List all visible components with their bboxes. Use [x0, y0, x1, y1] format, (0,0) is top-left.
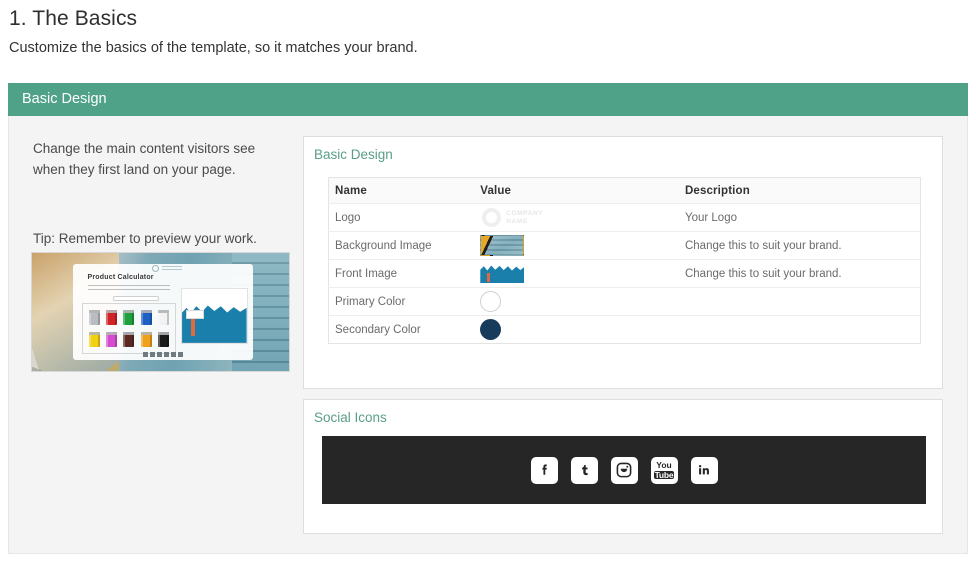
- youtube-glyph: You Tube: [653, 460, 675, 480]
- preview-input: [112, 295, 160, 302]
- row-value[interactable]: COMPANY NAME: [474, 203, 679, 232]
- row-value[interactable]: [474, 259, 679, 288]
- basic-design-panel-title: Basic Design: [314, 147, 393, 162]
- front-image-thumbnail[interactable]: [480, 265, 525, 283]
- logo-company-name: COMPANY NAME: [506, 209, 544, 225]
- tumblr-icon[interactable]: [570, 456, 598, 484]
- help-description: Change the main content visitors see whe…: [33, 141, 256, 177]
- table-row[interactable]: Logo COMPANY NAME Your Logo: [328, 203, 921, 232]
- column-header-value: Value: [474, 177, 679, 204]
- table-row[interactable]: Front Image Change this to suit your bra…: [328, 259, 921, 288]
- row-name: Logo: [328, 203, 475, 232]
- basic-design-table: Name Value Description Logo COMPANY NAME…: [328, 177, 921, 344]
- row-value[interactable]: [474, 287, 679, 316]
- row-description: Your Logo: [678, 203, 921, 232]
- page-root: 1. The Basics Customize the basics of th…: [0, 0, 976, 571]
- preview-social-row: [143, 352, 184, 358]
- secondary-color-swatch[interactable]: [480, 319, 502, 340]
- row-name: Background Image: [328, 231, 475, 260]
- section-header-bar: Basic Design: [8, 83, 968, 116]
- row-value[interactable]: [474, 231, 679, 260]
- preview-subtext: [87, 284, 171, 293]
- table-row[interactable]: Secondary Color: [329, 316, 921, 344]
- facebook-icon[interactable]: [530, 456, 558, 484]
- preview-product-grid: [82, 303, 176, 354]
- linkedin-icon[interactable]: [690, 456, 718, 484]
- page-subtitle: Customize the basics of the template, so…: [9, 40, 418, 56]
- instagram-icon[interactable]: [610, 456, 638, 484]
- basic-design-panel: Basic Design Name Value Description Logo…: [303, 136, 943, 389]
- social-icons-strip: You Tube: [322, 436, 926, 504]
- help-column: Change the main content visitors see whe…: [33, 138, 293, 180]
- preview-visualizer: [181, 287, 248, 344]
- row-name: Primary Color: [328, 287, 475, 316]
- preview-roller-icon: [186, 310, 205, 337]
- youtube-line-one: You: [656, 460, 672, 470]
- background-image-thumbnail[interactable]: [480, 235, 525, 256]
- youtube-icon[interactable]: You Tube: [650, 456, 678, 484]
- preview-heading: Product Calculator: [87, 274, 154, 282]
- logo-thumbnail[interactable]: COMPANY NAME: [480, 207, 566, 229]
- social-icons-panel-title: Social Icons: [314, 410, 387, 425]
- table-row[interactable]: Background Image Change this to suit you…: [328, 231, 921, 260]
- social-icons-panel: Social Icons You Tube: [303, 399, 943, 534]
- row-description: [678, 287, 921, 316]
- logo-ring-icon: [482, 207, 502, 227]
- template-preview-thumbnail[interactable]: Product Calculator: [31, 252, 290, 372]
- row-name: Front Image: [328, 259, 475, 288]
- table-row[interactable]: Primary Color: [328, 287, 921, 316]
- help-tip: Tip: Remember to preview your work.: [33, 231, 257, 246]
- preview-card: Product Calculator: [73, 263, 253, 361]
- row-value[interactable]: [474, 316, 679, 344]
- section-header-label: Basic Design: [22, 91, 107, 107]
- youtube-line-two: Tube: [653, 469, 675, 480]
- page-title: 1. The Basics: [9, 7, 138, 30]
- column-header-description: Description: [678, 177, 921, 204]
- table-header-row: Name Value Description: [328, 177, 921, 204]
- row-name: Secondary Color: [335, 323, 421, 336]
- column-header-name: Name: [328, 177, 475, 204]
- row-description: Change this to suit your brand.: [678, 231, 921, 260]
- row-description: Change this to suit your brand.: [678, 259, 921, 288]
- row-description: [679, 316, 921, 344]
- primary-color-swatch[interactable]: [480, 291, 502, 312]
- preview-logo-icon: [152, 265, 183, 273]
